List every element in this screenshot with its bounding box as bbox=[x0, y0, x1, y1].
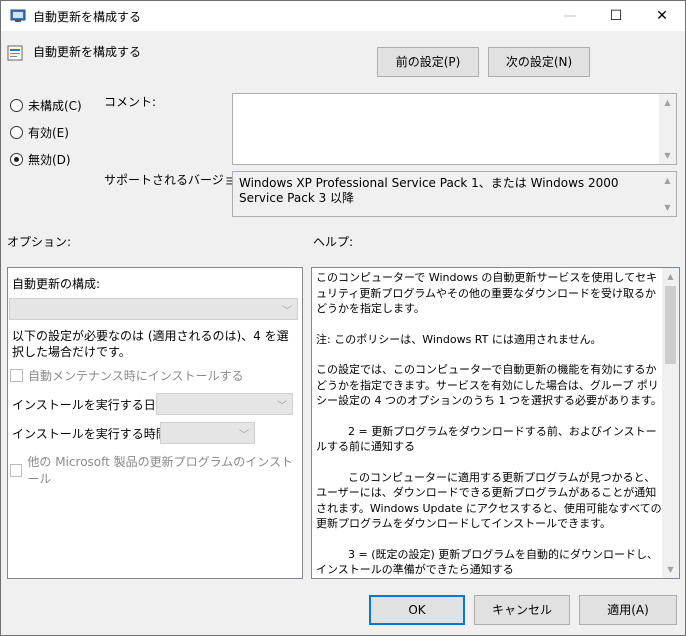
options-heading: オプション: bbox=[7, 235, 72, 249]
checkbox-box bbox=[10, 369, 23, 382]
scroll-down-icon[interactable]: ▼ bbox=[662, 561, 679, 578]
radio-circle bbox=[10, 99, 23, 112]
help-paragraph: この設定では、このコンピューターで自動更新の機能を有効にするかどうかを指定できま… bbox=[316, 363, 662, 407]
next-setting-button[interactable]: 次の設定(N) bbox=[488, 47, 590, 77]
ok-button[interactable]: OK bbox=[369, 595, 465, 625]
radio-circle-selected bbox=[10, 153, 23, 166]
title-bar: 自動更新を構成する — ☐ ✕ bbox=[1, 1, 685, 31]
checkbox-box bbox=[10, 463, 23, 477]
radio-enabled[interactable]: 有効(E) bbox=[10, 124, 69, 141]
help-paragraph: このコンピューターで Windows の自動更新サービスを使用してセキュリティ更… bbox=[316, 271, 658, 315]
auto-maintenance-checkbox[interactable]: 自動メンテナンス時にインストールする bbox=[10, 367, 244, 384]
help-heading: ヘルプ: bbox=[313, 235, 354, 249]
policy-setting-icon bbox=[7, 45, 23, 61]
help-paragraph: 2 = 更新プログラムをダウンロードする前、およびインストールする前に通知する bbox=[316, 424, 657, 454]
cancel-button[interactable]: キャンセル bbox=[474, 595, 570, 625]
radio-disabled[interactable]: 無効(D) bbox=[10, 151, 71, 168]
checkbox-label: 自動メンテナンス時にインストールする bbox=[28, 369, 244, 383]
minimize-button[interactable]: — bbox=[547, 1, 593, 31]
scroll-up-icon[interactable]: ▲ bbox=[662, 268, 679, 285]
comment-field[interactable]: ▲ ▼ bbox=[232, 93, 677, 165]
supported-label: サポートされるバージョン: bbox=[104, 173, 252, 187]
scroll-down-icon[interactable]: ▼ bbox=[659, 147, 676, 164]
radio-label: 有効(E) bbox=[28, 126, 69, 140]
config-note: 以下の設定が必要なのは (適用されるのは)、4 を選択した場合だけです。 bbox=[12, 329, 289, 359]
help-paragraph: 注: このポリシーは、Windows RT には適用されません。 bbox=[316, 332, 602, 346]
install-day-dropdown[interactable]: ﹀ bbox=[156, 393, 293, 415]
help-text: このコンピューターで Windows の自動更新サービスを使用してセキュリティ更… bbox=[316, 270, 662, 578]
help-panel: このコンピューターで Windows の自動更新サービスを使用してセキュリティ更… bbox=[311, 267, 680, 579]
install-day-label: インストールを実行する日: bbox=[12, 398, 160, 412]
config-label: 自動更新の構成: bbox=[12, 277, 101, 291]
comment-scrollbar[interactable]: ▲ ▼ bbox=[659, 94, 676, 164]
window-title: 自動更新を構成する bbox=[33, 10, 142, 24]
apply-button[interactable]: 適用(A) bbox=[579, 595, 677, 625]
options-panel: 自動更新の構成: ﹀ 以下の設定が必要なのは (適用されるのは)、4 を選択した… bbox=[7, 267, 303, 579]
supported-field: Windows XP Professional Service Pack 1、ま… bbox=[232, 171, 677, 217]
maximize-button[interactable]: ☐ bbox=[593, 1, 639, 31]
radio-label: 無効(D) bbox=[28, 153, 71, 167]
comment-label: コメント: bbox=[104, 95, 157, 109]
help-paragraph: このコンピューターに適用する更新プログラムが見つかると、ユーザーには、ダウンロー… bbox=[316, 470, 662, 531]
scroll-up-icon[interactable]: ▲ bbox=[659, 94, 676, 111]
other-products-checkbox[interactable]: 他の Microsoft 製品の更新プログラムのインストール bbox=[10, 453, 302, 487]
config-dropdown[interactable]: ﹀ bbox=[9, 298, 298, 320]
help-paragraph: 3 = (既定の設定) 更新プログラムを自動的にダウンロードし、インストールの準… bbox=[316, 547, 658, 577]
dialog-window: 自動更新を構成する — ☐ ✕ 自動更新を構成する 前の設定(P) 次の設定(N… bbox=[0, 0, 686, 636]
scroll-thumb[interactable] bbox=[665, 286, 676, 364]
previous-setting-button[interactable]: 前の設定(P) bbox=[377, 47, 479, 77]
radio-label: 未構成(C) bbox=[28, 99, 82, 113]
scroll-up-icon[interactable]: ▲ bbox=[659, 172, 676, 189]
supported-value: Windows XP Professional Service Pack 1、ま… bbox=[239, 176, 619, 205]
install-time-dropdown[interactable]: ﹀ bbox=[160, 422, 255, 444]
radio-circle bbox=[10, 126, 23, 139]
scroll-down-icon[interactable]: ▼ bbox=[659, 199, 676, 216]
policy-app-icon bbox=[10, 9, 26, 22]
help-scrollbar[interactable]: ▲ ▼ bbox=[662, 268, 679, 578]
policy-name: 自動更新を構成する bbox=[33, 45, 142, 59]
radio-not-configured[interactable]: 未構成(C) bbox=[10, 97, 82, 114]
install-time-label: インストールを実行する時間: bbox=[12, 427, 172, 441]
chevron-down-icon: ﹀ bbox=[282, 306, 292, 317]
chevron-down-icon: ﹀ bbox=[239, 430, 249, 441]
chevron-down-icon: ﹀ bbox=[277, 401, 287, 412]
supported-scrollbar[interactable]: ▲ ▼ bbox=[659, 172, 676, 216]
checkbox-label: 他の Microsoft 製品の更新プログラムのインストール bbox=[27, 455, 294, 486]
close-button[interactable]: ✕ bbox=[639, 1, 685, 31]
